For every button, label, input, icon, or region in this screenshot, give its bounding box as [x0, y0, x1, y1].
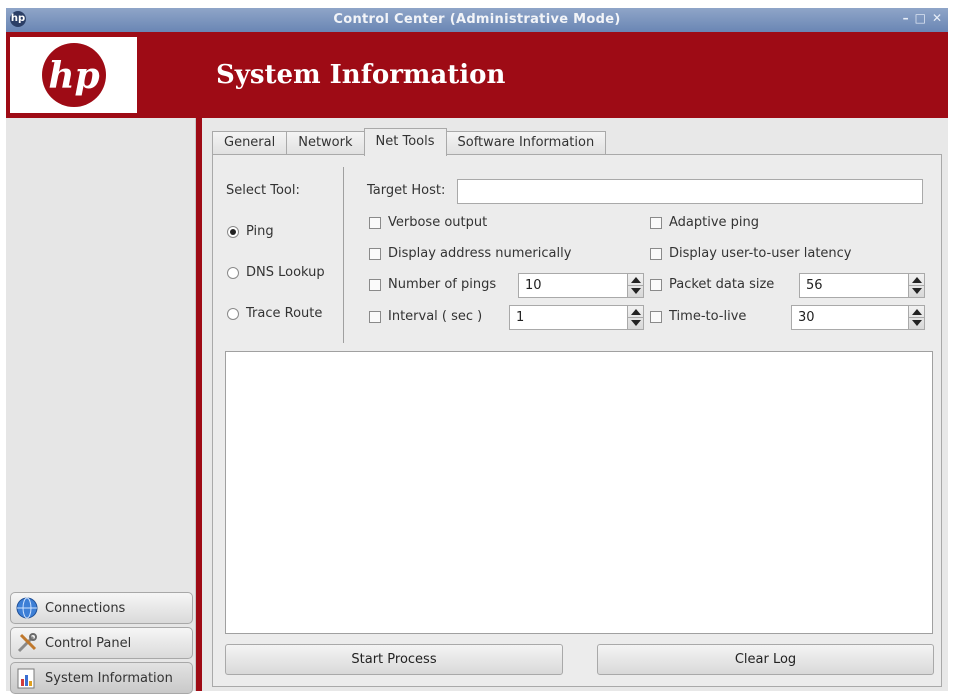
tab-general[interactable]: General — [212, 131, 288, 155]
control-center-window: hp Control Center (Administrative Mode) … — [6, 8, 948, 694]
verbose-output-checkbox[interactable]: Verbose output — [369, 215, 487, 230]
checkbox-label: Number of pings — [388, 277, 497, 292]
spinner-value: 56 — [806, 278, 823, 293]
packet-data-size-spinner[interactable]: 56 — [799, 273, 925, 298]
checkbox[interactable] — [650, 278, 662, 291]
spinner-arrows[interactable] — [627, 274, 643, 297]
checkbox[interactable] — [369, 310, 381, 323]
radio-label: Ping — [246, 224, 274, 239]
packet-data-size-checkbox[interactable]: Packet data size — [650, 277, 774, 292]
radio-trace-route[interactable]: Trace Route — [227, 306, 322, 321]
tab-bar: General Network Net Tools Software Infor… — [212, 128, 607, 156]
radio-label: DNS Lookup — [246, 265, 325, 280]
number-of-pings-checkbox[interactable]: Number of pings — [369, 277, 496, 292]
close-icon[interactable]: ✕ — [932, 11, 942, 25]
spinner-arrows[interactable] — [908, 274, 924, 297]
clear-log-button[interactable]: Clear Log — [597, 644, 934, 675]
radio-dns-lookup[interactable]: DNS Lookup — [227, 265, 325, 280]
display-numeric-checkbox[interactable]: Display address numerically — [369, 246, 571, 261]
spinner-value: 30 — [798, 310, 815, 325]
tab-net-tools[interactable]: Net Tools — [363, 128, 447, 156]
time-to-live-checkbox[interactable]: Time-to-live — [650, 309, 746, 324]
checkbox[interactable] — [369, 216, 381, 229]
tools-icon — [17, 633, 37, 653]
sidebar-item-system-information[interactable]: System Information — [10, 662, 193, 694]
checkbox[interactable] — [369, 247, 381, 260]
tab-software-information[interactable]: Software Information — [445, 131, 607, 155]
checkbox[interactable] — [650, 247, 662, 260]
sidebar-item-label: Control Panel — [45, 635, 132, 651]
radio-label: Trace Route — [246, 306, 323, 321]
checkbox-label: Verbose output — [388, 215, 488, 230]
output-log-area[interactable] — [225, 351, 933, 634]
time-to-live-spinner[interactable]: 30 — [791, 305, 925, 330]
hp-logo: hp — [10, 37, 137, 113]
checkbox-label: Time-to-live — [669, 309, 747, 324]
checkbox-label: Display address numerically — [388, 246, 572, 261]
radio-button[interactable] — [227, 225, 239, 238]
tab-network[interactable]: Network — [286, 131, 365, 155]
checkbox[interactable] — [650, 310, 662, 323]
display-latency-checkbox[interactable]: Display user-to-user latency — [650, 246, 852, 261]
main-content: General Network Net Tools Software Infor… — [202, 118, 948, 691]
radio-button[interactable] — [227, 307, 239, 320]
tool-separator — [343, 167, 344, 343]
sidebar-item-label: System Information — [45, 670, 173, 686]
radio-ping[interactable]: Ping — [227, 224, 274, 239]
start-process-button[interactable]: Start Process — [225, 644, 563, 675]
maximize-icon[interactable]: □ — [915, 11, 926, 25]
checkbox-label: Interval ( sec ) — [388, 309, 483, 324]
spinner-value: 10 — [525, 278, 542, 293]
checkbox[interactable] — [650, 216, 662, 229]
header-banner: hp System Information — [6, 32, 948, 118]
sidebar-item-connections[interactable]: Connections — [10, 592, 193, 624]
spinner-arrows[interactable] — [627, 306, 643, 329]
sidebar-item-control-panel[interactable]: Control Panel — [10, 627, 193, 659]
minimize-icon[interactable]: – — [903, 11, 909, 25]
adaptive-ping-checkbox[interactable]: Adaptive ping — [650, 215, 759, 230]
chart-icon — [17, 668, 35, 689]
target-host-label: Target Host: — [367, 183, 446, 198]
sidebar-item-label: Connections — [45, 600, 126, 616]
globe-icon — [16, 597, 38, 619]
number-of-pings-spinner[interactable]: 10 — [518, 273, 644, 298]
window-title: Control Center (Administrative Mode) — [333, 12, 621, 27]
target-host-input[interactable] — [457, 179, 923, 204]
checkbox-label: Adaptive ping — [669, 215, 760, 230]
checkbox-label: Packet data size — [669, 277, 775, 292]
interval-spinner[interactable]: 1 — [509, 305, 644, 330]
spinner-arrows[interactable] — [908, 306, 924, 329]
checkbox[interactable] — [369, 278, 381, 291]
svg-text:hp: hp — [48, 55, 99, 97]
page-title: System Information — [216, 60, 506, 90]
select-tool-label: Select Tool: — [226, 183, 300, 198]
radio-button[interactable] — [227, 266, 239, 279]
sidebar: Connections Control Panel System Informa… — [6, 118, 196, 694]
interval-checkbox[interactable]: Interval ( sec ) — [369, 309, 482, 324]
title-bar[interactable]: hp Control Center (Administrative Mode) … — [6, 8, 948, 32]
spinner-value: 1 — [516, 310, 525, 325]
checkbox-label: Display user-to-user latency — [669, 246, 852, 261]
net-tools-panel: Select Tool: Ping DNS Lookup Trace Route… — [212, 154, 942, 687]
